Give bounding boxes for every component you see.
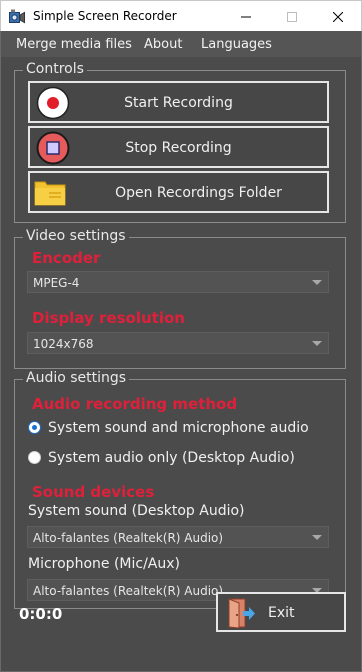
controls-group-title: Controls [23, 61, 87, 77]
exit-label: Exit [268, 605, 295, 621]
system-sound-label: System sound (Desktop Audio) [28, 503, 245, 519]
audio-settings-title: Audio settings [23, 370, 130, 386]
system-sound-select[interactable]: Alto-falantes (Realtek(R) Audio) [27, 526, 329, 548]
display-resolution-value: 1024x768 [33, 337, 94, 351]
chevron-down-icon [312, 535, 322, 540]
display-resolution-select[interactable]: 1024x768 [27, 332, 329, 354]
menu-merge-media-files[interactable]: Merge media files [16, 37, 132, 52]
display-resolution-label: Display resolution [32, 309, 185, 327]
minimize-button[interactable] [223, 1, 269, 32]
close-icon [333, 11, 343, 22]
menu-about[interactable]: About [144, 37, 182, 52]
audio-recording-method-label: Audio recording method [32, 395, 238, 413]
close-button[interactable] [315, 1, 361, 32]
app-camera-icon [9, 9, 25, 24]
radio-system-only[interactable] [28, 451, 41, 464]
radio-system-and-mic-label[interactable]: System sound and microphone audio [48, 420, 309, 436]
chevron-down-icon [312, 341, 322, 346]
start-recording-button[interactable]: Start Recording [28, 81, 329, 123]
exit-button[interactable]: Exit [216, 592, 346, 632]
radio-system-and-mic[interactable] [28, 421, 41, 434]
exit-door-icon [228, 598, 255, 629]
window-title: Simple Screen Recorder [33, 9, 177, 23]
video-settings-title: Video settings [23, 228, 129, 244]
minimize-icon [241, 16, 251, 17]
stop-recording-label: Stop Recording [125, 140, 232, 156]
maximize-icon [287, 11, 297, 22]
open-recordings-folder-button[interactable]: Open Recordings Folder [28, 171, 329, 213]
title-bar: Simple Screen Recorder [0, 0, 362, 31]
chevron-down-icon [312, 280, 322, 285]
encoder-label: Encoder [32, 249, 101, 267]
radio-system-only-label[interactable]: System audio only (Desktop Audio) [48, 450, 295, 466]
start-recording-label: Start Recording [124, 95, 233, 111]
encoder-select[interactable]: MPEG-4 [27, 271, 329, 293]
main-window: Merge media files About Languages Contro… [0, 31, 362, 672]
microphone-label: Microphone (Mic/Aux) [28, 556, 180, 572]
encoder-value: MPEG-4 [33, 276, 80, 290]
menu-languages[interactable]: Languages [201, 37, 272, 52]
microphone-value: Alto-falantes (Realtek(R) Audio) [33, 584, 224, 598]
folder-icon [34, 181, 66, 206]
stop-recording-button[interactable]: Stop Recording [28, 126, 329, 168]
system-sound-value: Alto-falantes (Realtek(R) Audio) [33, 531, 224, 545]
open-recordings-folder-label: Open Recordings Folder [115, 185, 282, 201]
menu-bar: Merge media files About Languages [1, 31, 361, 57]
sound-devices-label: Sound devices [32, 483, 155, 501]
recording-timer: 0:0:0 [19, 605, 63, 623]
maximize-button[interactable] [269, 1, 315, 32]
